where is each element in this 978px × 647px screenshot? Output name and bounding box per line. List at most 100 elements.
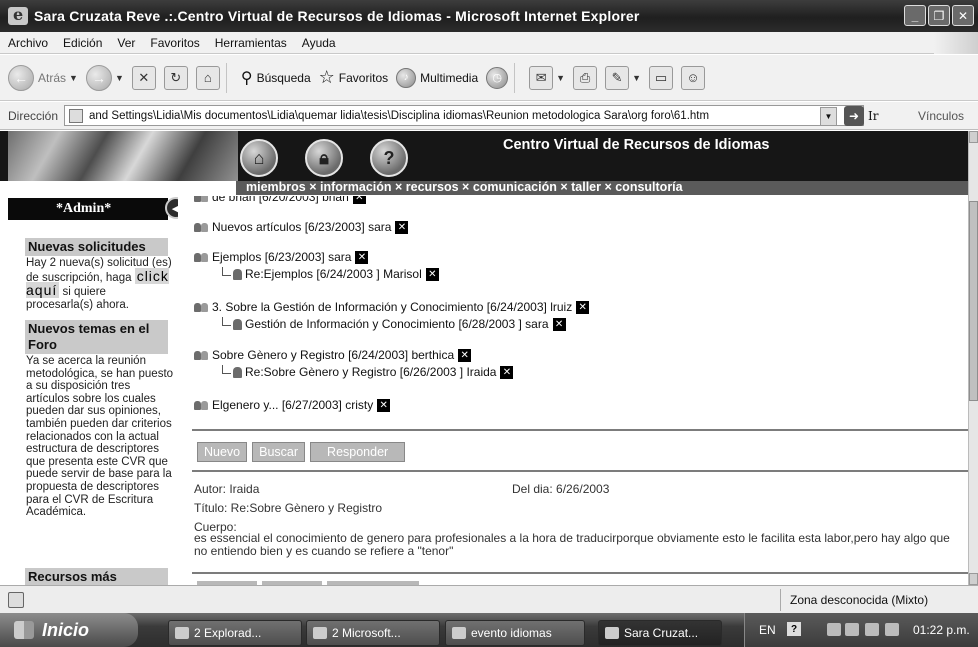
chevron-down-icon[interactable]: ▼ (69, 73, 78, 83)
windows-logo-icon (934, 32, 978, 54)
admin-bar: *Admin* (8, 198, 168, 220)
search-button[interactable]: Buscar (252, 442, 306, 462)
multimedia-button[interactable]: ♪ Multimedia (396, 67, 478, 88)
history-icon: ◷ (486, 66, 509, 89)
scroll-up-arrow[interactable] (969, 131, 978, 143)
print-button[interactable]: ⎙ (573, 65, 598, 90)
lock-icon[interactable]: 🔒︎ (305, 139, 343, 177)
forum-entry[interactable]: Elgenero y... [6/27/2003] cristy ✕ (194, 398, 391, 412)
scroll-down-arrow[interactable] (969, 573, 978, 585)
user-icon (233, 366, 242, 378)
forum-reply[interactable]: Gestión de Información y Conocimiento [6… (222, 316, 566, 331)
menu-archivo[interactable]: Archivo (8, 36, 48, 50)
search-icon: ⚲ (240, 69, 253, 87)
history-button[interactable]: ◷ (486, 66, 509, 89)
forum-entry-text: Elgenero y... [6/27/2003] cristy (212, 398, 374, 412)
maximize-button[interactable]: ❐ (928, 5, 950, 26)
back-tray-icon[interactable] (827, 623, 841, 636)
delete-icon[interactable]: ✕ (552, 317, 566, 331)
forum-entry[interactable]: Ejemplos [6/23/2003] sara ✕ (194, 250, 369, 264)
delete-icon[interactable]: ✕ (500, 365, 514, 379)
internet-explorer-icon (605, 627, 619, 639)
taskbar-item-event[interactable]: evento idiomas (445, 620, 585, 646)
network-icon[interactable] (845, 623, 859, 636)
menu-ver[interactable]: Ver (117, 36, 135, 50)
new-button[interactable]: Nuevo (197, 442, 248, 462)
address-dropdown-button[interactable]: ▼ (820, 107, 837, 126)
menu-ayuda[interactable]: Ayuda (302, 36, 336, 50)
back-button[interactable]: ← Atrás ▼ (8, 64, 78, 91)
windows-flag-icon (14, 621, 34, 639)
messenger-button[interactable]: ☺ (681, 65, 705, 90)
forum-entry[interactable]: 3. Sobre la Gestión de Información y Con… (194, 300, 590, 314)
taskbar-item-word[interactable]: 2 Microsoft... (306, 620, 440, 646)
chevron-down-icon[interactable]: ▼ (556, 73, 565, 83)
menu-herramientas[interactable]: Herramientas (215, 36, 287, 50)
multimedia-icon: ♪ (396, 67, 417, 88)
monitor-icon[interactable] (885, 623, 899, 636)
scrollbar-thumb[interactable] (969, 201, 978, 401)
forum-entry[interactable]: Nuevos artículos [6/23/2003] sara ✕ (194, 220, 409, 234)
links-button[interactable]: Vínculos (918, 109, 964, 123)
chevron-down-icon[interactable]: ▼ (115, 73, 124, 83)
delete-icon[interactable]: ✕ (425, 267, 439, 281)
back-label: Atrás (38, 70, 67, 85)
message-body: es essencial el conocimiento de genero p… (194, 531, 950, 558)
forum-topics-text: Ya se acerca la reunión metodológica, se… (26, 355, 174, 519)
window-controls: _ ❐ ✕ (904, 5, 974, 26)
print-icon: ⎙ (573, 65, 598, 90)
delete-icon[interactable]: ✕ (355, 250, 369, 264)
forum-reply[interactable]: Re:Ejemplos [6/24/2003 ] Marisol ✕ (222, 266, 439, 281)
home-button[interactable]: ⌂ (195, 65, 220, 90)
divider (192, 470, 968, 472)
refresh-button[interactable]: ↻ (163, 65, 188, 90)
user-icon (233, 268, 242, 280)
chevron-down-icon[interactable]: ▼ (632, 73, 641, 83)
start-button[interactable]: Inicio (0, 613, 138, 647)
search-button[interactable]: ⚲ Búsqueda (241, 68, 311, 88)
address-label: Dirección (8, 108, 59, 123)
forum-entry[interactable]: Sobre Gènero y Registro [6/24/2003] bert… (194, 348, 472, 362)
back-arrow-icon: ← (8, 64, 34, 91)
group-icon (194, 221, 210, 233)
message-author: Autor: Iraida (194, 482, 260, 496)
address-value: and Settings\Lidia\Mis documentos\Lidia\… (89, 109, 710, 122)
minimize-button[interactable]: _ (904, 5, 926, 26)
favorites-button[interactable]: ☆ Favoritos (319, 67, 389, 88)
group-icon (194, 196, 210, 203)
forward-arrow-icon: → (85, 64, 112, 91)
address-input[interactable]: and Settings\Lidia\Mis documentos\Lidia\… (64, 105, 865, 126)
close-button[interactable]: ✕ (952, 5, 974, 26)
go-button[interactable]: ➜ Ir (844, 106, 878, 126)
forward-button[interactable]: → ▼ (85, 64, 124, 91)
delete-icon[interactable]: ✕ (395, 220, 409, 234)
mail-button[interactable]: ✉ ▼ (529, 65, 565, 90)
help-icon[interactable]: ? (787, 622, 801, 636)
discuss-button[interactable]: ▭ (649, 65, 673, 90)
delete-icon[interactable]: ✕ (377, 398, 391, 412)
delete-icon[interactable]: ✕ (576, 300, 590, 314)
forum-reply[interactable]: Re:Sobre Gènero y Registro [6/26/2003 ] … (222, 364, 514, 379)
security-zone: Zona desconocida (Mixto) (790, 593, 929, 607)
site-navigation[interactable]: miembros × información × recursos × comu… (236, 181, 968, 195)
taskbar-item-explorer[interactable]: 2 Explorad... (168, 620, 302, 646)
delete-icon[interactable]: ✕ (352, 196, 366, 204)
stop-button[interactable]: ✕ (131, 65, 156, 90)
page-scrollbar[interactable] (968, 131, 978, 585)
home-icon[interactable]: ⌂ (240, 139, 278, 177)
menu-favoritos[interactable]: Favoritos (150, 36, 199, 50)
help-icon[interactable]: ? (370, 139, 408, 177)
language-indicator[interactable]: EN (759, 623, 776, 637)
reply-button[interactable]: Responder (310, 442, 406, 462)
menu-edicion[interactable]: Edición (63, 36, 102, 50)
internet-explorer-icon (8, 5, 28, 25)
forum-entry-text: Ejemplos [6/23/2003] sara (212, 250, 352, 264)
messenger-icon: ☺ (681, 65, 705, 90)
user-icon (233, 318, 242, 330)
tools-icon[interactable] (865, 623, 879, 636)
delete-icon[interactable]: ✕ (458, 348, 472, 362)
forum-entry-text: de brian [6/20/2003] brian (212, 196, 349, 204)
forum-entry[interactable]: de brian [6/20/2003] brian ✕ (194, 196, 366, 204)
taskbar-item-browser[interactable]: Sara Cruzat... (598, 620, 722, 646)
edit-button[interactable]: ✎ ▼ (605, 65, 641, 90)
